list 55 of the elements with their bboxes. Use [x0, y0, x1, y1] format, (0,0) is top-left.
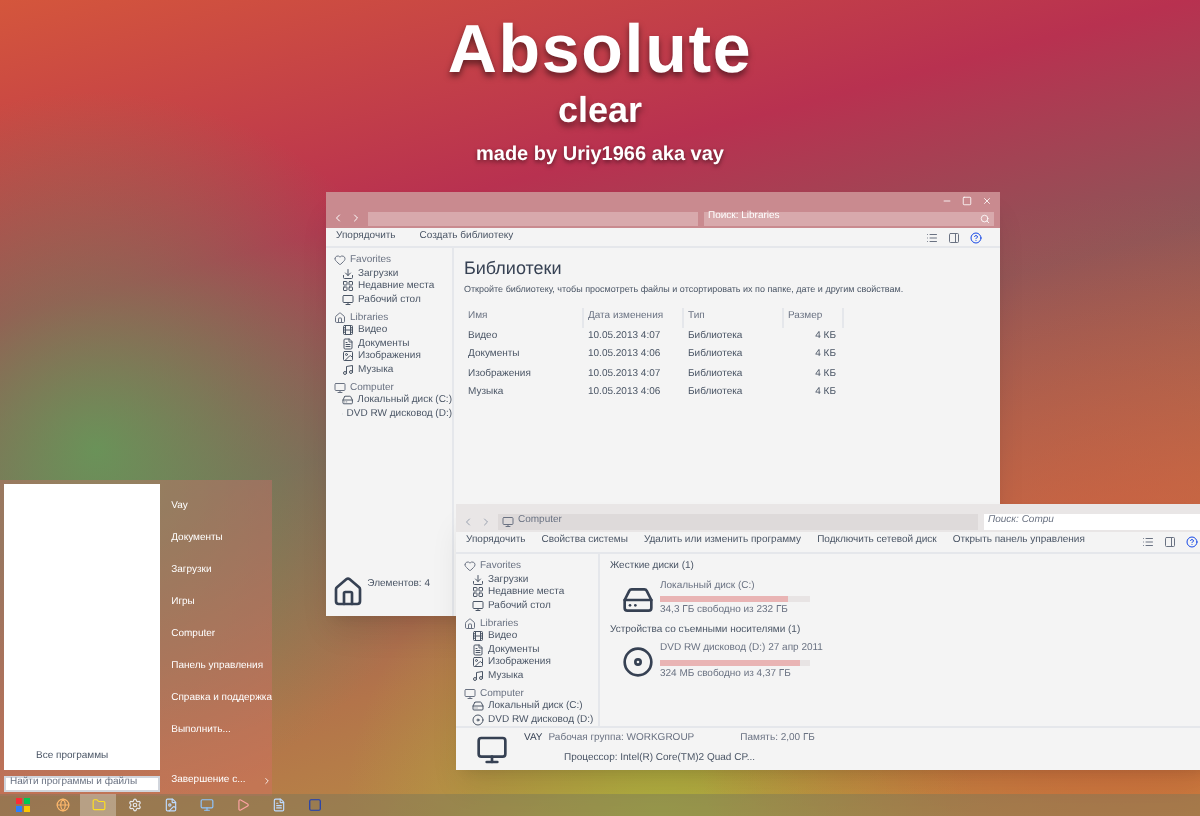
search-icon [980, 213, 990, 223]
document-icon [342, 337, 354, 349]
address-field[interactable] [368, 211, 698, 225]
preview-pane-icon[interactable] [1164, 536, 1176, 548]
hard-drive-icon [622, 583, 654, 615]
disc-drive-icon [622, 646, 654, 678]
home-icon [464, 617, 476, 629]
desktop-icon [342, 293, 354, 305]
picture-icon [163, 798, 177, 812]
theme-subtitle: clear [557, 88, 643, 132]
maximize-icon[interactable] [962, 195, 972, 205]
view-icon[interactable] [1142, 536, 1154, 548]
home-icon [334, 311, 346, 323]
heart-icon [464, 560, 476, 572]
monitor-icon [476, 733, 508, 765]
image-icon [342, 350, 354, 362]
help-icon[interactable] [1186, 536, 1198, 548]
film-icon [472, 630, 484, 642]
image-icon [472, 656, 484, 668]
document-icon [271, 798, 285, 812]
folder-icon [91, 798, 105, 812]
gear-icon [127, 798, 141, 812]
grid-icon [342, 280, 354, 292]
monitor-icon [502, 515, 514, 527]
forward-icon[interactable] [480, 515, 492, 527]
square-icon [307, 798, 321, 812]
film-icon [342, 324, 354, 336]
back-icon[interactable] [462, 515, 474, 527]
forward-icon[interactable] [350, 212, 362, 224]
page-heading: Библиотеки [464, 256, 564, 282]
play-icon [235, 798, 249, 812]
music-icon [472, 669, 484, 681]
monitor-icon [464, 687, 476, 699]
start-button[interactable] [15, 798, 29, 812]
document-icon [472, 643, 484, 655]
drive-icon [342, 394, 354, 406]
theme-credit: made by Uriy1966 aka vay [476, 142, 724, 170]
taskbar-button[interactable] [80, 794, 116, 816]
theme-title: Absolute [447, 12, 753, 88]
preview-pane-icon[interactable] [948, 231, 960, 243]
download-icon [472, 573, 484, 585]
view-icon[interactable] [926, 231, 938, 243]
help-icon[interactable] [970, 231, 982, 243]
monitor-icon [199, 798, 213, 812]
monitor-icon [334, 381, 346, 393]
music-icon [342, 363, 354, 375]
heart-icon [334, 254, 346, 266]
minimize-icon[interactable] [942, 195, 952, 205]
globe-icon [55, 798, 69, 812]
download-icon [342, 267, 354, 279]
grid-icon [472, 586, 484, 598]
back-icon[interactable] [332, 212, 344, 224]
home-icon [332, 576, 364, 608]
drive-icon [472, 700, 484, 712]
desktop-icon [472, 599, 484, 611]
